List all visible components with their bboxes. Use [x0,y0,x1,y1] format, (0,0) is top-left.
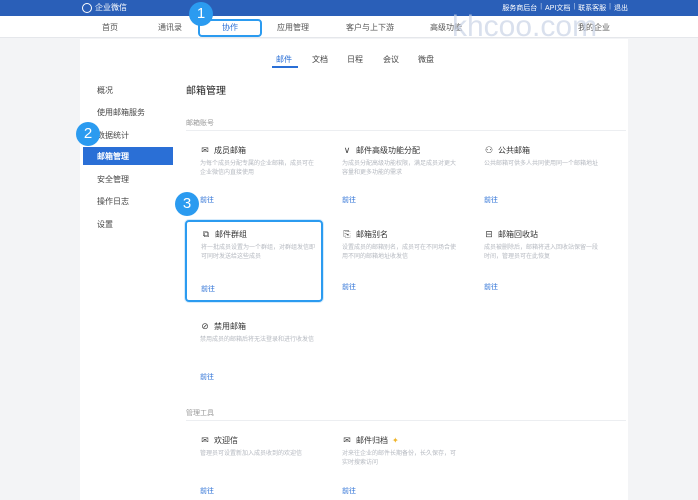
card-desc: 为每个成员分配专属的企业邮箱，成员可在企业微信内直接使用 [200,161,315,176]
card-title: 欢迎信 [214,436,238,445]
mail-icon: ✉ [201,145,209,155]
top-link-provider[interactable]: 服务商后台 [502,3,537,13]
welcome-mail-icon: ✉ [201,435,209,445]
card-title: 成员邮箱 [214,146,246,155]
card-desc: 设置成员的邮箱别名，成员可在不同场合使用不同的邮箱地址收发信 [342,245,457,260]
top-link-api-docs[interactable]: API文档 [545,3,570,13]
card-member-mailbox: ✉ 成员邮箱 为每个成员分配专属的企业邮箱，成员可在企业微信内直接使用 前往 [186,138,321,218]
v-mark-icon: ∨ [343,145,351,155]
card-desc: 禁用成员的邮箱后将无法登录和进行收发信 [200,337,315,343]
archive-mail-icon: ✉ [343,435,351,445]
card-go-link[interactable]: 前往 [484,195,498,205]
card-disabled-mailbox: ⊘ 禁用邮箱 禁用成员的邮箱后将无法登录和进行收发信 前往 [186,314,321,386]
sidebar-item-operation-log[interactable]: 操作日志 [97,196,129,207]
card-title: 邮件群组 [215,230,247,239]
subnav-mail[interactable]: 邮件 [276,54,292,65]
section-divider [186,130,626,131]
nav-home[interactable]: 首页 [102,22,118,33]
top-link-logout[interactable]: 退出 [614,3,628,13]
main-nav: 首页 通讯录 协作 应用管理 客户与上下游 高级功能 我的企业 [0,16,698,38]
new-sparkle-icon: ✦ [392,436,399,445]
top-bar: 企业微信 服务商后台 | API文档 | 联系客服 | 退出 [0,0,698,16]
page-title: 邮箱管理 [186,86,226,97]
card-go-link[interactable]: 前往 [200,486,214,496]
card-title: 公共邮箱 [498,146,530,155]
ban-icon: ⊘ [201,321,209,331]
subnav-active-indicator [272,66,298,68]
card-title: 邮件高级功能分配 [356,146,420,155]
section-divider [186,420,626,421]
card-go-link[interactable]: 前往 [342,282,356,292]
top-links: 服务商后台 | API文档 | 联系客服 | 退出 [502,3,628,13]
card-desc: 对来往企业的邮件长期备份，长久保存，可实时搜索访问 [342,451,457,466]
card-advanced-allocation: ∨ 邮件高级功能分配 为成员分配高级功能权限，满足成员对更大容量和更多功能的需求 … [328,138,463,218]
card-go-link[interactable]: 前往 [200,195,214,205]
subnav-meeting[interactable]: 会议 [383,54,399,65]
sidebar-item-statistics[interactable]: 数据统计 [97,130,129,141]
subnav-calendar[interactable]: 日程 [347,54,363,65]
top-link-support[interactable]: 联系客服 [578,3,606,13]
bookmark-icon: ⎘ [343,229,351,239]
card-desc: 管理员可设置新加入成员收到的欢迎信 [200,451,303,457]
card-mail-group[interactable]: ⧉ 邮件群组 将一批成员设置为一个群组，对群组发信即可同时发送给这些成员 前往 [185,220,323,302]
card-desc: 成员被删除后，邮箱将进入回收站保留一段时间，管理员可在此恢复 [484,245,599,260]
card-title: 邮件归档 [356,436,388,445]
card-go-link[interactable]: 前往 [484,282,498,292]
wecom-logo-icon [82,2,92,13]
annotation-badge-2: 2 [76,122,100,146]
nav-app-management[interactable]: 应用管理 [277,22,309,33]
sidebar-item-overview[interactable]: 概况 [97,85,113,96]
section-tools-label: 管理工具 [186,410,214,417]
card-mail-alias: ⎘ 邮箱别名 设置成员的邮箱别名，成员可在不同场合使用不同的邮箱地址收发信 前往 [328,222,463,302]
annotation-badge-1: 1 [189,2,213,26]
card-title: 邮箱别名 [356,230,388,239]
people-icon: ⚇ [484,145,494,155]
card-go-link[interactable]: 前往 [342,486,356,496]
card-desc: 将一批成员设置为一个群组，对群组发信即可同时发送给这些成员 [201,245,316,260]
card-welcome-letter: ✉ 欢迎信 管理员可设置新加入成员收到的欢迎信 前往 [186,428,321,500]
card-title: 禁用邮箱 [214,322,246,331]
card-go-link[interactable]: 前往 [342,195,356,205]
subnav-drive[interactable]: 微盘 [418,54,434,65]
nav-customers[interactable]: 客户与上下游 [346,22,394,33]
card-recycle-bin: ⊟ 邮箱回收站 成员被删除后，邮箱将进入回收站保留一段时间，管理员可在此恢复 前往 [470,222,605,302]
section-accounts-label: 邮箱账号 [186,120,214,127]
card-desc: 为成员分配高级功能权限，满足成员对更大容量和更多功能的需求 [342,161,457,176]
sub-nav: 邮件 文档 日程 会议 微盘 [80,54,628,68]
card-go-link[interactable]: 前往 [200,372,214,382]
card-go-link[interactable]: 前往 [201,284,215,294]
card-desc: 公共邮箱可供多人共同使用同一个邮箱地址 [484,161,599,167]
subnav-docs[interactable]: 文档 [312,54,328,65]
sidebar-item-settings[interactable]: 设置 [97,219,113,230]
card-mail-archive: ✉ 邮件归档 ✦ 对来往企业的邮件长期备份，长久保存，可实时搜索访问 前往 [328,428,463,500]
app-logo[interactable]: 企业微信 [82,2,127,13]
nav-my-enterprise[interactable]: 我的企业 [578,22,610,33]
app-name: 企业微信 [95,3,127,12]
sidebar-item-security[interactable]: 安全管理 [97,174,129,185]
card-public-mailbox: ⚇ 公共邮箱 公共邮箱可供多人共同使用同一个邮箱地址 前往 [470,138,605,218]
sidebar-item-use-mail[interactable]: 使用邮箱服务 [97,107,145,118]
nav-contacts[interactable]: 通讯录 [158,22,182,33]
trash-icon: ⊟ [485,229,493,239]
annotation-badge-3: 3 [175,192,199,216]
group-icon: ⧉ [202,229,210,239]
card-title: 邮箱回收站 [498,230,538,239]
nav-advanced[interactable]: 高级功能 [430,22,462,33]
sidebar-item-mailbox-management[interactable]: 邮箱管理 [83,147,173,165]
